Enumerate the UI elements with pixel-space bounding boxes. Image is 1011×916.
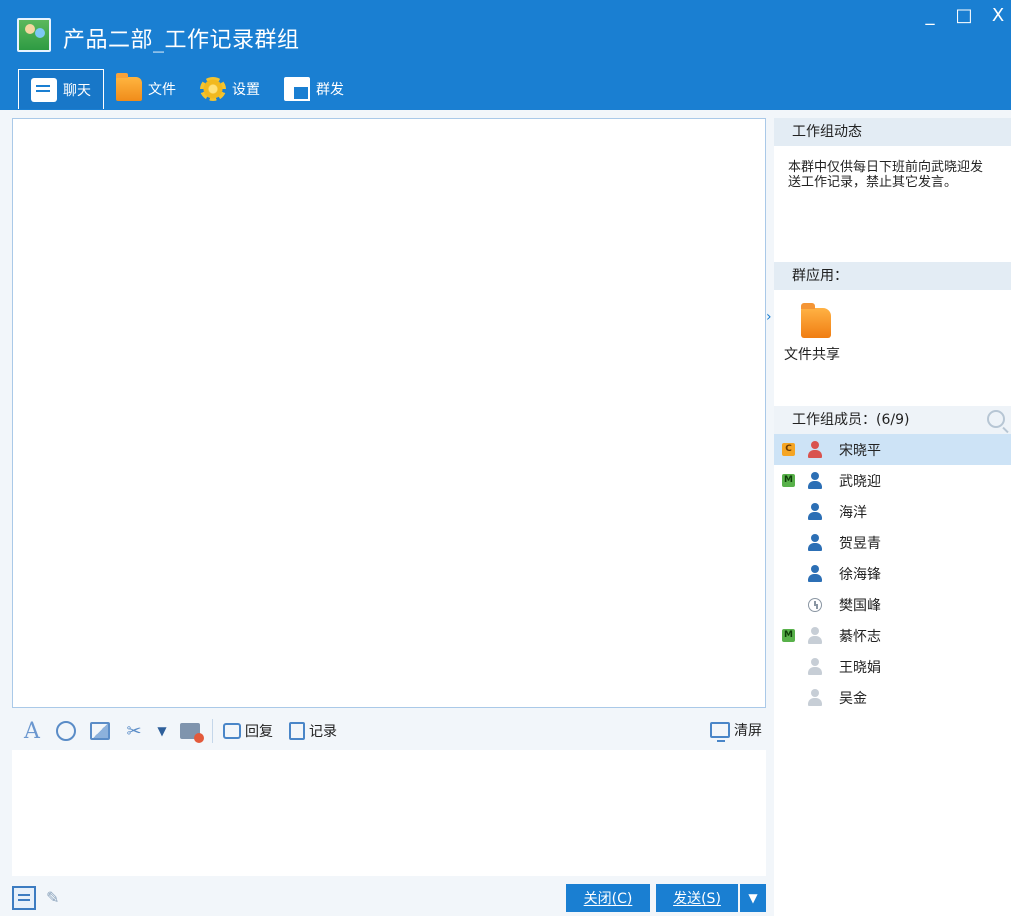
image-button[interactable]	[88, 719, 112, 743]
member-item[interactable]: 吴金	[774, 682, 1011, 713]
role-badge-empty	[782, 598, 795, 611]
broadcast-icon	[284, 77, 310, 101]
emoji-icon	[56, 721, 76, 741]
window-title: 产品二部_工作记录群组	[63, 28, 300, 53]
tab-files[interactable]: 文件	[104, 69, 188, 109]
role-badge: C	[782, 443, 795, 456]
reply-button[interactable]: 回复	[223, 721, 273, 741]
person-icon	[807, 657, 823, 676]
send-button[interactable]: 发送(S)	[656, 884, 738, 912]
gear-icon	[200, 77, 226, 101]
group-notice: 本群中仅供每日下班前向武晓迎发 送工作记录，禁止其它发言。	[774, 146, 1011, 262]
screenshot-block-icon	[180, 723, 204, 743]
person-icon	[807, 440, 823, 459]
apps-header: 群应用：	[774, 262, 1011, 290]
member-item[interactable]: 樊国峰	[774, 589, 1011, 620]
person-icon	[807, 688, 823, 707]
tab-chat[interactable]: 聊天	[18, 69, 104, 109]
emoji-button[interactable]	[54, 719, 78, 743]
member-list: C 宋晓平 M 武晓迎海洋贺昱青徐海锋樊国峰 M 綦怀志王晓娟吴金	[774, 434, 1011, 713]
maximize-button[interactable]: □	[955, 6, 973, 26]
person-icon	[807, 626, 823, 645]
tab-settings-label: 设置	[232, 82, 260, 98]
member-name: 王晓娟	[839, 659, 881, 676]
role-badge-empty	[782, 505, 795, 518]
member-name: 海洋	[839, 504, 867, 521]
member-item[interactable]: M 武晓迎	[774, 465, 1011, 496]
shared-folder-icon	[801, 303, 831, 338]
person-icon	[807, 533, 823, 552]
chat-window: 产品二部_工作记录群组 _ □ X 聊天 文件 设置 群发 › A ✂ ▼ 回复…	[0, 0, 1011, 916]
member-item[interactable]: 徐海锋	[774, 558, 1011, 589]
close-window-button[interactable]: X	[989, 6, 1007, 26]
members-header: 工作组成员：(6/9)	[774, 406, 1011, 434]
pen-icon[interactable]: ✎	[46, 888, 66, 908]
tab-bar: 聊天 文件 设置 群发	[18, 69, 356, 109]
message-history[interactable]	[12, 118, 766, 708]
record-icon	[289, 722, 305, 740]
file-share-label: 文件共享	[784, 347, 840, 363]
member-name: 贺昱青	[839, 535, 881, 552]
member-name: 徐海锋	[839, 566, 881, 583]
notice-line-2: 送工作记录，禁止其它发言。	[788, 175, 958, 190]
document-icon[interactable]	[12, 886, 36, 910]
reply-icon	[223, 723, 241, 739]
folder-icon	[116, 73, 142, 101]
role-badge-empty	[782, 691, 795, 704]
role-badge: M	[782, 474, 795, 487]
font-icon[interactable]: A	[20, 719, 44, 744]
file-share-app[interactable]: 文件共享	[774, 290, 1011, 394]
role-badge: M	[782, 629, 795, 642]
input-toolbar: A ✂ ▼ 回复 记录 清屏	[12, 712, 766, 750]
search-icon[interactable]	[987, 410, 1005, 428]
group-info-panel: 工作组动态 本群中仅供每日下班前向武晓迎发 送工作记录，禁止其它发言。 群应用：…	[774, 118, 1011, 916]
member-item[interactable]: 贺昱青	[774, 527, 1011, 558]
member-item[interactable]: 海洋	[774, 496, 1011, 527]
screenshot-icon[interactable]: ✂	[122, 719, 146, 743]
member-item[interactable]: 王晓娟	[774, 651, 1011, 682]
tab-files-label: 文件	[148, 82, 176, 98]
member-item[interactable]: M 綦怀志	[774, 620, 1011, 651]
group-icon	[17, 18, 51, 52]
notice-line-1: 本群中仅供每日下班前向武晓迎发	[788, 160, 984, 175]
person-icon	[807, 471, 823, 490]
role-badge-empty	[782, 567, 795, 580]
tab-settings[interactable]: 设置	[188, 69, 272, 109]
image-icon	[90, 722, 110, 740]
member-name: 樊国峰	[839, 597, 881, 614]
role-badge-empty	[782, 660, 795, 673]
tab-broadcast[interactable]: 群发	[272, 69, 356, 109]
send-options-button[interactable]: ▼	[740, 884, 766, 912]
role-badge-empty	[782, 536, 795, 549]
record-button[interactable]: 记录	[289, 721, 337, 741]
clear-screen-label: 清屏	[734, 723, 762, 739]
member-name: 武晓迎	[839, 473, 881, 490]
screenshot-block-button[interactable]	[178, 719, 204, 743]
person-icon	[807, 502, 823, 521]
message-input[interactable]	[12, 750, 766, 876]
tab-chat-label: 聊天	[63, 82, 91, 99]
members-header-label: 工作组成员：(6/9)	[792, 412, 910, 428]
member-name: 吴金	[839, 690, 867, 707]
chevron-down-icon[interactable]: ▼	[156, 719, 168, 743]
person-icon	[807, 564, 823, 583]
collapse-panel-icon[interactable]: ›	[766, 309, 772, 325]
reply-label: 回复	[245, 724, 273, 740]
notice-header: 工作组动态	[774, 118, 1011, 146]
toolbar-divider	[212, 719, 213, 743]
minimize-button[interactable]: _	[921, 6, 939, 26]
member-item[interactable]: C 宋晓平	[774, 434, 1011, 465]
chat-icon	[31, 77, 57, 102]
tab-broadcast-label: 群发	[316, 82, 344, 98]
clear-screen-button[interactable]: 清屏	[710, 720, 762, 742]
title-bar[interactable]: 产品二部_工作记录群组 _ □ X 聊天 文件 设置 群发	[0, 0, 1011, 110]
clock-icon	[808, 597, 822, 612]
close-button[interactable]: 关闭(C)	[566, 884, 650, 912]
member-name: 宋晓平	[839, 442, 881, 459]
window-controls: _ □ X	[921, 6, 1011, 26]
record-label: 记录	[309, 724, 337, 740]
member-name: 綦怀志	[839, 628, 881, 645]
monitor-icon	[710, 722, 730, 742]
input-mode-switch: ✎	[12, 886, 66, 910]
